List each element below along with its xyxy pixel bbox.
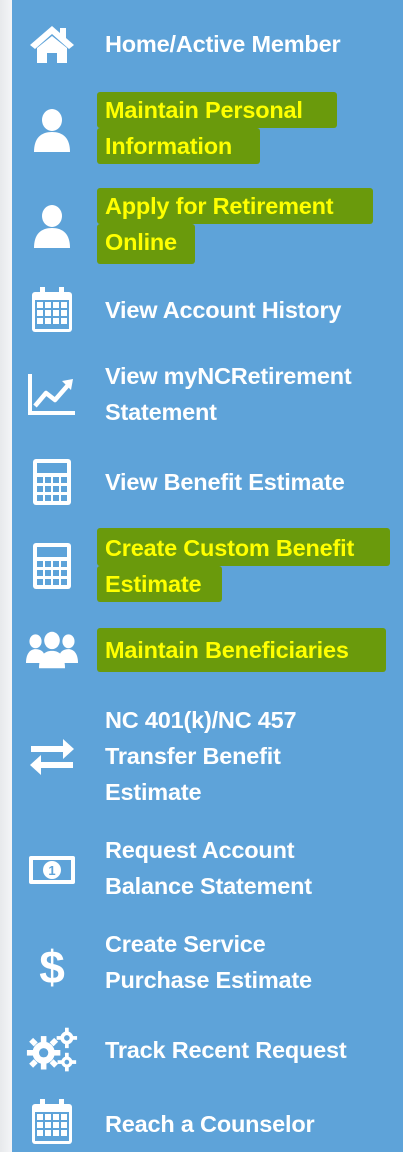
sidebar-menu: Home/Active Member Maintain Personal Inf… [12,0,403,1152]
menu-item-apply-for-retirement-online[interactable]: Apply for Retirement Online [12,186,403,270]
menu-item-maintain-personal-information[interactable]: Maintain Personal Information [12,88,403,172]
page: Home/Active Member Maintain Personal Inf… [0,0,403,1152]
menu-item-transfer-benefit-estimate[interactable]: NC 401(k)/NC 457 Transfer Benefit Estima… [12,700,403,812]
calculator-icon [26,542,78,590]
page-background [0,0,12,1152]
menu-item-create-service-purchase-estimate[interactable]: $ Create Service Purchase Estimate [12,926,403,1006]
calculator-icon [26,458,78,506]
menu-item-label: Track Recent Request [105,1037,347,1063]
menu-item-label: Apply for Retirement Online [105,193,334,255]
menu-item-label: Maintain Personal Information [105,97,303,159]
transfer-arrows-icon [26,732,78,780]
svg-text:$: $ [39,942,65,990]
menu-item-label: Home/Active Member [105,31,341,57]
menu-item-label: Reach a Counselor [105,1111,315,1137]
gears-icon [26,1026,78,1074]
menu-item-reach-a-counselor[interactable]: Reach a Counselor [12,1094,403,1150]
menu-item-maintain-beneficiaries[interactable]: Maintain Beneficiaries [12,624,403,682]
calendar-icon [26,286,78,334]
menu-item-label: Create Custom Benefit Estimate [105,535,355,597]
calendar-icon [26,1098,78,1146]
menu-item-track-recent-request[interactable]: Track Recent Request [12,1022,403,1080]
menu-item-label: NC 401(k)/NC 457 Transfer Benefit Estima… [105,707,297,805]
line-chart-icon [26,370,78,418]
menu-item-home[interactable]: Home/Active Member [12,14,403,74]
user-icon [26,202,78,250]
menu-item-request-balance-statement[interactable]: 1 Request Account Balance Statement [12,832,403,912]
user-icon [26,106,78,154]
svg-text:1: 1 [48,863,55,878]
menu-item-label: Create Service Purchase Estimate [105,931,312,993]
users-icon [26,626,78,674]
menu-item-label: Request Account Balance Statement [105,837,312,899]
dollar-icon: $ [26,942,78,990]
menu-item-create-custom-benefit-estimate[interactable]: Create Custom Benefit Estimate [12,526,403,606]
menu-item-label: View myNCRetirement Statement [105,363,352,425]
money-bill-icon: 1 [26,846,78,894]
menu-item-label: View Account History [105,297,342,323]
home-icon [26,20,78,68]
menu-item-label: Maintain Beneficiaries [105,637,349,663]
menu-item-view-account-history[interactable]: View Account History [12,284,403,340]
menu-item-view-benefit-estimate[interactable]: View Benefit Estimate [12,454,403,510]
menu-item-view-statement[interactable]: View myNCRetirement Statement [12,356,403,436]
menu-item-label: View Benefit Estimate [105,469,345,495]
